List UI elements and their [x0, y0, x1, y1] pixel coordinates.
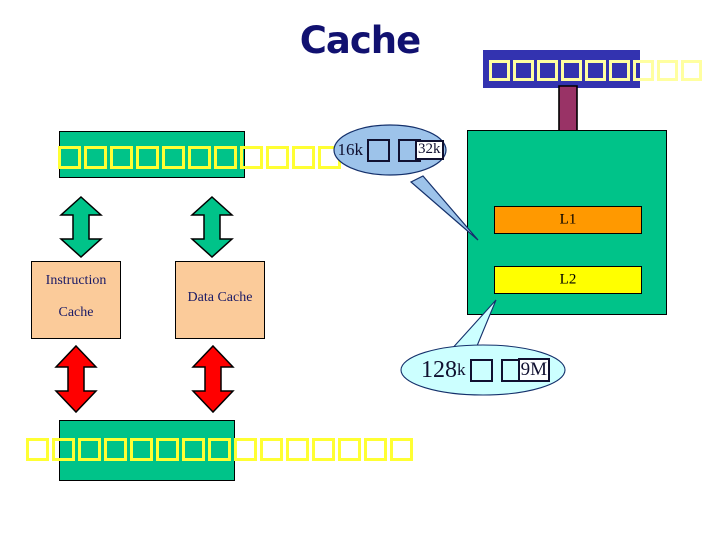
data-cache-label: Data Cache [187, 290, 253, 305]
l1-label: L1 [559, 211, 577, 228]
l2-label: L2 [559, 271, 577, 288]
instruction-cache-label-line1: Instruction [45, 273, 107, 288]
missing-glyph-icon [234, 438, 257, 461]
missing-glyph-icon [390, 438, 413, 461]
missing-glyph-icon [286, 438, 309, 461]
missing-glyph-icon [657, 60, 678, 81]
l2-box: L2 [494, 266, 642, 294]
missing-glyph-icon [260, 438, 283, 461]
data-cache: Data Cache [175, 261, 265, 339]
memory-bar [59, 420, 235, 481]
missing-glyph-icon [266, 146, 289, 169]
l1-box: L1 [494, 206, 642, 234]
cpu-left-bar [59, 131, 245, 178]
instruction-cache-label-line2: Cache [58, 305, 94, 320]
icache-memory-arrow [54, 344, 98, 414]
missing-glyph-icon [364, 438, 387, 461]
missing-glyph-icon [292, 146, 315, 169]
instruction-cache: Instruction Cache [31, 261, 121, 339]
dcache-memory-arrow [191, 344, 235, 414]
missing-glyph-icon [26, 438, 49, 461]
l1-size-callout: 16k 32k [333, 120, 479, 241]
missing-glyph-icon [312, 438, 335, 461]
icache-bus-arrow [59, 195, 103, 259]
missing-glyph-icon [681, 60, 702, 81]
missing-glyph-icon [338, 438, 361, 461]
slide-canvas: Cache L1 L2 Instruction Cache Data Cache [0, 0, 720, 540]
l2-size-callout: 128 k 9M [398, 299, 588, 400]
dcache-bus-arrow [190, 195, 234, 259]
cpu-bar [483, 50, 640, 88]
